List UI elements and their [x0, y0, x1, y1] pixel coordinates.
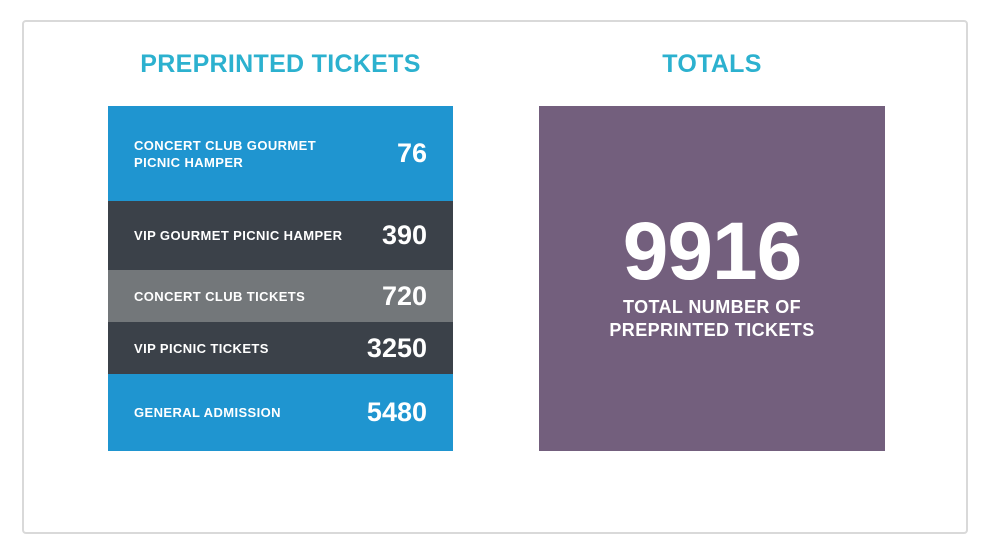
ticket-count: 3250: [366, 332, 427, 363]
ticket-count: 76: [396, 138, 427, 168]
ticket-count: 390: [381, 220, 427, 250]
ticket-label: CONCERT CLUB GOURMET PICNIC HAMPER: [134, 137, 317, 170]
table-row: VIP GOURMET PICNIC HAMPER 390: [108, 201, 453, 270]
total-caption: TOTAL NUMBER OF PREPRINTED TICKETS: [609, 297, 815, 340]
ticket-label: GENERAL ADMISSION: [134, 405, 281, 420]
ticket-label: CONCERT CLUB TICKETS: [134, 288, 306, 304]
table-row: CONCERT CLUB GOURMET PICNIC HAMPER 76: [108, 106, 453, 201]
table-row: VIP PICNIC TICKETS 3250: [108, 322, 453, 374]
ticket-label: VIP PICNIC TICKETS: [134, 340, 269, 356]
table-row: CONCERT CLUB TICKETS 720: [108, 270, 453, 322]
table-row: GENERAL ADMISSION 5480: [108, 374, 453, 451]
ticket-label: VIP GOURMET PICNIC HAMPER: [134, 228, 343, 243]
ticket-count: 720: [381, 280, 427, 311]
totals-heading: TOTALS: [662, 50, 762, 78]
ticket-table: CONCERT CLUB GOURMET PICNIC HAMPER 76 VI…: [108, 106, 453, 451]
preprinted-tickets-heading: PREPRINTED TICKETS: [140, 50, 421, 78]
ticket-count: 5480: [366, 397, 427, 427]
totals-box: 9916 TOTAL NUMBER OF PREPRINTED TICKETS: [539, 106, 885, 451]
total-number: 9916: [622, 206, 802, 297]
